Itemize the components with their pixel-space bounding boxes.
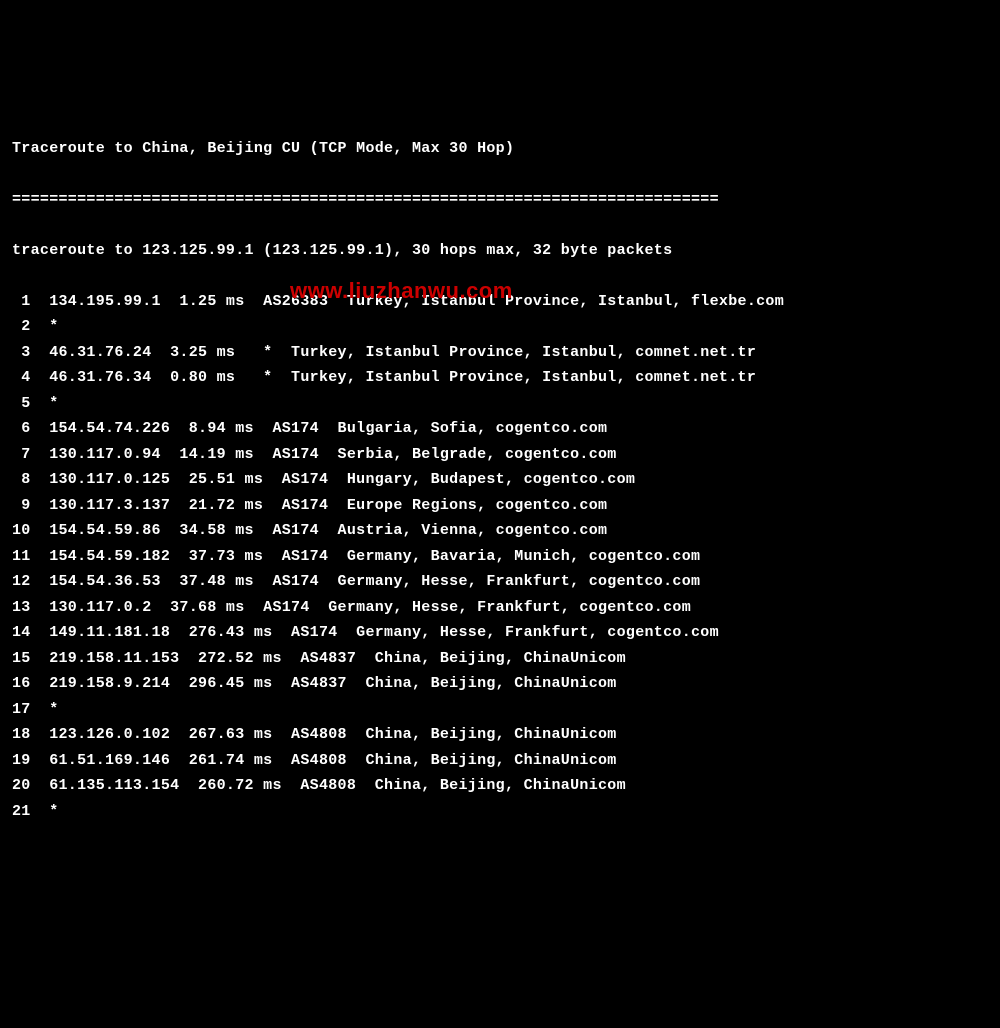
- hop-line: 10 154.54.59.86 34.58 ms AS174 Austria, …: [12, 518, 988, 544]
- hop-line: 18 123.126.0.102 267.63 ms AS4808 China,…: [12, 722, 988, 748]
- hop-line: 6 154.54.74.226 8.94 ms AS174 Bulgaria, …: [12, 416, 988, 442]
- divider-line: ========================================…: [12, 187, 988, 213]
- hop-line: 3 46.31.76.24 3.25 ms * Turkey, Istanbul…: [12, 340, 988, 366]
- hop-line: 16 219.158.9.214 296.45 ms AS4837 China,…: [12, 671, 988, 697]
- hop-line: 9 130.117.3.137 21.72 ms AS174 Europe Re…: [12, 493, 988, 519]
- hops-list: 1 134.195.99.1 1.25 ms AS26383 Turkey, I…: [12, 289, 988, 825]
- traceroute-subheader: traceroute to 123.125.99.1 (123.125.99.1…: [12, 238, 988, 264]
- hop-line: 1 134.195.99.1 1.25 ms AS26383 Turkey, I…: [12, 289, 988, 315]
- hop-line: 20 61.135.113.154 260.72 ms AS4808 China…: [12, 773, 988, 799]
- traceroute-header: Traceroute to China, Beijing CU (TCP Mod…: [12, 136, 988, 162]
- terminal-output: Traceroute to China, Beijing CU (TCP Mod…: [12, 110, 988, 850]
- hop-line: 14 149.11.181.18 276.43 ms AS174 Germany…: [12, 620, 988, 646]
- hop-line: 7 130.117.0.94 14.19 ms AS174 Serbia, Be…: [12, 442, 988, 468]
- hop-line: 19 61.51.169.146 261.74 ms AS4808 China,…: [12, 748, 988, 774]
- hop-line: 15 219.158.11.153 272.52 ms AS4837 China…: [12, 646, 988, 672]
- hop-line: 17 *: [12, 697, 988, 723]
- hop-line: 8 130.117.0.125 25.51 ms AS174 Hungary, …: [12, 467, 988, 493]
- hop-line: 12 154.54.36.53 37.48 ms AS174 Germany, …: [12, 569, 988, 595]
- hop-line: 13 130.117.0.2 37.68 ms AS174 Germany, H…: [12, 595, 988, 621]
- hop-line: 4 46.31.76.34 0.80 ms * Turkey, Istanbul…: [12, 365, 988, 391]
- hop-line: 2 *: [12, 314, 988, 340]
- hop-line: 21 *: [12, 799, 988, 825]
- hop-line: 5 *: [12, 391, 988, 417]
- hop-line: 11 154.54.59.182 37.73 ms AS174 Germany,…: [12, 544, 988, 570]
